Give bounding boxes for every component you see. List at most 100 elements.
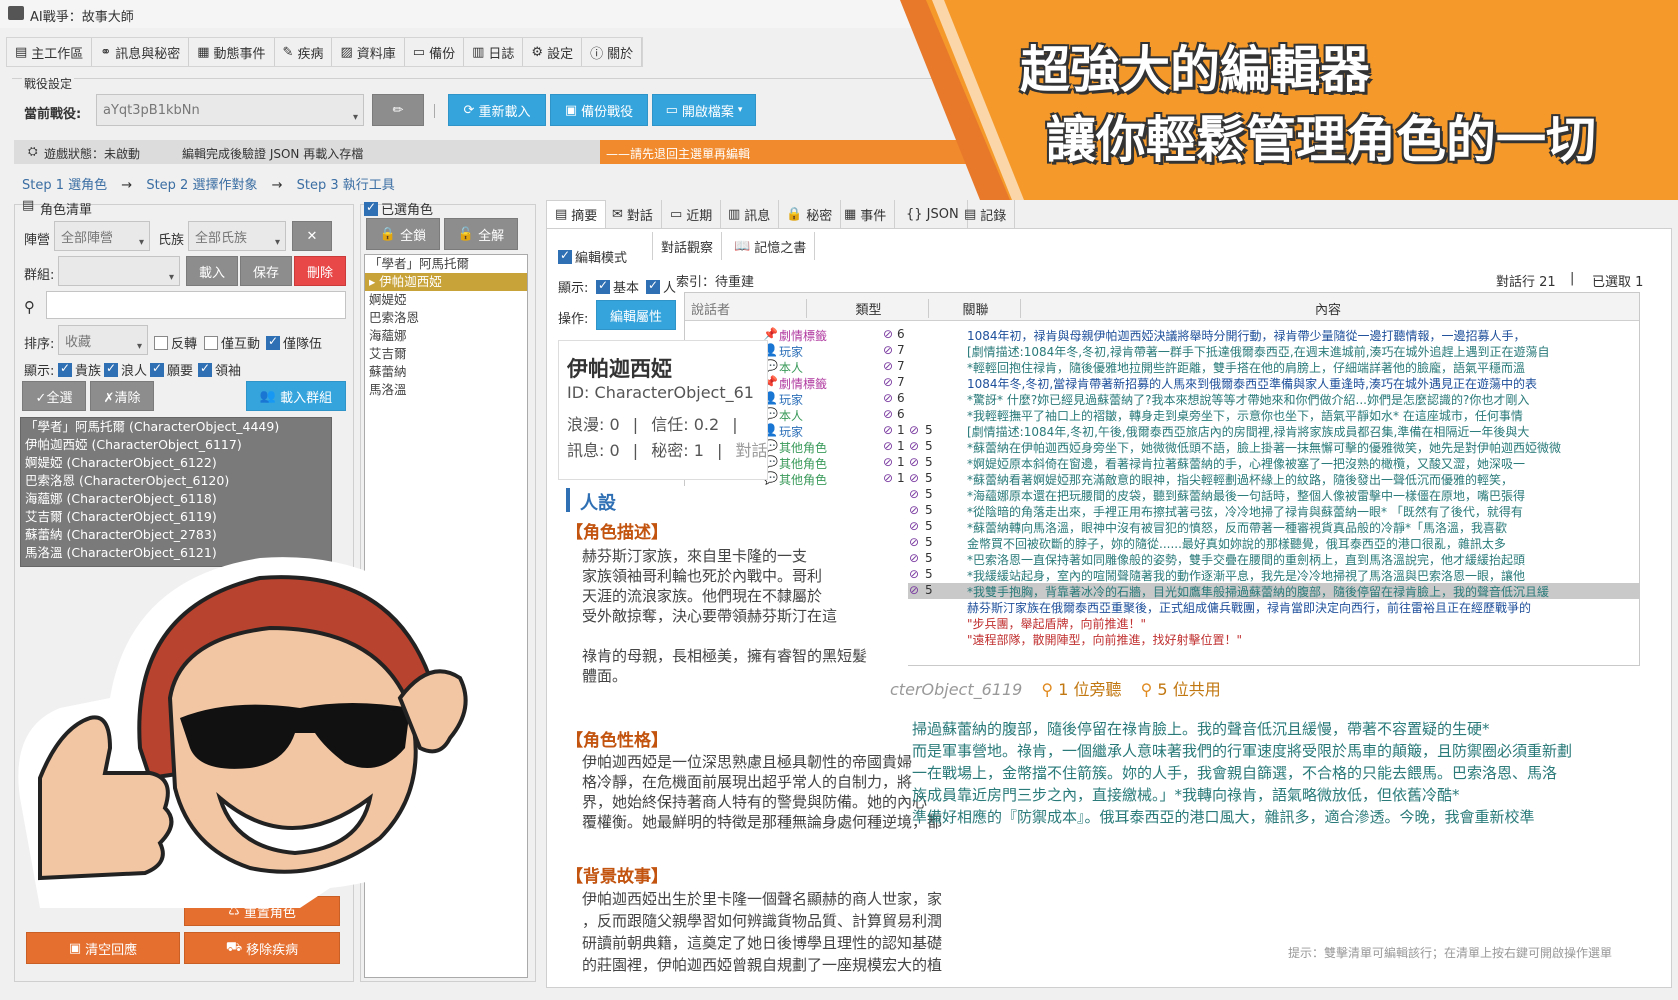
sub-tab-view[interactable]: 對話觀察 <box>652 232 723 260</box>
clear-memory-label: 清空回應 <box>85 942 138 958</box>
row-content: "遠程部隊，散開陣型，向前推進，找好射擊位置！" <box>967 633 1243 647</box>
menu-item-2[interactable]: ▦ 動態事件 <box>189 38 275 66</box>
table-row[interactable]: 📌 劇情標籤 ⊘ 6 1084年初，禄肯與母親伊帕迦西婭決議將舉時分開行動，禄肯帶少量隨… <box>685 327 1639 343</box>
edit-mode-check-icon <box>558 248 572 264</box>
group-combo[interactable] <box>58 256 180 286</box>
selected-role-item[interactable]: 婀媞婭 <box>365 291 527 309</box>
remove-disease-button[interactable]: ⛟ 移除疾病 <box>184 932 340 964</box>
selected-role-label: 伊帕迦西婭 <box>379 274 442 289</box>
only-team-checkbox[interactable]: 僅隊伍 <box>266 333 322 352</box>
edit-battle-button[interactable]: ✏ <box>372 94 424 126</box>
clear-selection-button[interactable]: ✗清除 <box>90 381 154 411</box>
menu-item-1[interactable]: ⚭ 訊息與秘密 <box>92 38 190 66</box>
detail-tab-1[interactable]: ✉ 對話 <box>604 200 662 228</box>
row-link-2: 5 <box>925 471 933 485</box>
table-row[interactable]: 💬 本人 ⊘ 6 *我輕輕撫平了袖口上的褶皺，轉身走到桌旁坐下，示意你也坐下，語氣平靜如… <box>685 407 1639 423</box>
clan-combo[interactable]: 全部氏族 <box>188 221 286 251</box>
menu-item-0[interactable]: ▤ 主工作區 <box>7 38 93 66</box>
menu-item-8[interactable]: ⓘ 關於 <box>582 38 643 66</box>
selected-role-item[interactable]: 蘇蕾納 <box>365 363 527 381</box>
current-battle-combo[interactable]: aYqt3pB1kbNn <box>96 94 364 126</box>
header-speaker[interactable]: 說話者 <box>685 299 807 318</box>
row-content: *輕輕回抱住禄肯，隨後優雅地拉開些許距離，雙手搭在他的肩膀上，仔細端詳著他的臉龐… <box>967 361 1526 375</box>
selected-role-item[interactable]: 巴索洛恩 <box>365 309 527 327</box>
basic-checkbox[interactable]: 基本 <box>596 277 639 296</box>
selected-role-item[interactable]: 「學者」阿馬托爾 <box>365 255 527 273</box>
save-group-button[interactable]: 保存 <box>240 256 292 286</box>
reload-button[interactable]: ⟳ 重新載入 <box>448 94 546 126</box>
faction-combo[interactable]: 全部陣營 <box>54 221 150 251</box>
select-all-button[interactable]: ✓全選 <box>22 381 86 411</box>
header-content[interactable]: 內容 <box>1023 299 1633 318</box>
detail-tab-0[interactable]: ▤ 摘要 <box>546 200 607 228</box>
paragraph-line <box>582 626 882 646</box>
reverse-checkbox[interactable]: 反轉 <box>154 333 197 352</box>
character-list-item[interactable]: 艾吉爾 (CharacterObject_6119) <box>21 508 331 526</box>
detail-tab-5[interactable]: ▦ 事件 <box>836 200 896 228</box>
detail-tab-3[interactable]: ▥ 訊息 <box>720 200 780 228</box>
clear-filter-button[interactable]: ✕ <box>292 221 332 251</box>
clear-memory-button[interactable]: ▣ 清空回應 <box>26 932 180 964</box>
unlock-all-label: 全解 <box>478 228 505 244</box>
detail-tab-7[interactable]: ▤ 記錄 <box>956 200 1016 228</box>
menu-item-4[interactable]: ▨ 資料庫 <box>332 38 405 66</box>
menu-item-3[interactable]: ✎ 疾病 <box>275 38 333 66</box>
menu-item-6[interactable]: ▥ 日誌 <box>464 38 524 66</box>
table-row[interactable]: 💬 本人 ⊘ 7 *輕輕回抱住禄肯，隨後優雅地拉開些許距離，雙手搭在他的肩膀上，仔細端詳… <box>685 359 1639 375</box>
game-status: 遊戲狀態：未啟動 <box>44 147 141 161</box>
character-stats-2: 訊息: 0 | 秘密: 1 | 對話: <box>567 437 767 461</box>
character-list-item[interactable]: 伊帕迦西婭 (CharacterObject_6117) <box>21 436 331 454</box>
delete-label: 刪除 <box>306 265 333 281</box>
header-link[interactable]: 關聯 <box>931 299 1021 318</box>
menu-item-7[interactable]: ⚙ 設定 <box>523 38 583 66</box>
selected-roles-checkbox[interactable]: 已選角色 <box>364 199 433 218</box>
status-warning-text: ——請先退回主選單再編輯 <box>606 147 751 161</box>
row-link-2: 5 <box>925 567 933 581</box>
search-input[interactable] <box>46 291 346 319</box>
delete-group-button[interactable]: 刪除 <box>294 256 346 286</box>
sub-tab-memory[interactable]: 📖 記憶之書 <box>726 232 816 260</box>
edit-attr-label: 編輯屬性 <box>609 309 662 325</box>
row-content: *我輕輕撫平了袖口上的褶皺，轉身走到桌旁坐下，示意你也坐下，語氣平靜如水* 在這… <box>967 409 1523 423</box>
selected-role-item[interactable]: 馬洛溫 <box>365 381 527 399</box>
selected-role-item[interactable]: 艾吉爾 <box>365 345 527 363</box>
load-group-button-small[interactable]: 載入 <box>186 256 238 286</box>
character-list-item[interactable]: 「學者」阿馬托爾 (CharacterObject_4449) <box>21 418 331 436</box>
character-list-item[interactable]: 海蘊娜 (CharacterObject_6118) <box>21 490 331 508</box>
backup-battle-button[interactable]: ▣ 備份戰役 <box>550 94 648 126</box>
person-checkbox[interactable]: 人 <box>646 277 676 296</box>
show-leader-checkbox[interactable]: 領袖 <box>198 360 241 379</box>
table-row[interactable]: 💬 其他角色 ⊘ 1 ⊘ 5 *婀媞婭原本斜倚在窗邊，看著禄肯拉著蘇蕾納的手，心裡像被塞了一… <box>685 455 1639 471</box>
character-list-item[interactable]: 巴索洛恩 (CharacterObject_6120) <box>21 472 331 490</box>
detail-tab-bar: ▤ 摘要 ✉ 對話 ▭ 近期 ▥ 訊息 🔒 秘密 ▦ 事件{} JSON ▤ 記錄 <box>546 200 1016 228</box>
table-row[interactable]: 👤 玩家 ⊘ 1 ⊘ 5 [劇情描述:1084年,冬初,午後,俄爾泰西亞旅店內的房間裡,禄肯… <box>685 423 1639 439</box>
edit-mode-checkbox[interactable]: 編輯模式 <box>558 247 627 266</box>
open-file-button[interactable]: ▭ 開啟檔案 ▾ <box>652 94 756 126</box>
menu-item-label: 備份 <box>429 46 456 62</box>
detail-tab-2[interactable]: ▭ 近期 <box>662 200 722 228</box>
selected-role-item[interactable]: ▸ 伊帕迦西婭 <box>365 273 527 291</box>
edit-attr-button[interactable]: 編輯屬性 <box>596 300 676 330</box>
sort-combo[interactable]: 收藏 <box>58 325 148 355</box>
lock-all-button[interactable]: 🔒 全鎖 <box>366 218 440 250</box>
menu-item-5[interactable]: ▭ 備份 <box>405 38 465 66</box>
character-listbox[interactable]: 「學者」阿馬托爾 (CharacterObject_4449) 伊帕迦西婭 (Ch… <box>20 417 332 567</box>
table-row[interactable]: 💬 其他角色 ⊘ 1 ⊘ 5 *蘇蕾納看著婀媞婭那充滿敵意的眼神，指尖輕輕劃過杯緣上的紋路，… <box>685 471 1639 487</box>
only-interactive-checkbox[interactable]: 僅互動 <box>204 333 260 352</box>
table-row[interactable]: 💬 其他角色 ⊘ 1 ⊘ 5 *蘇蕾納在伊帕迦西婭身旁坐下，她微微低頭不語，臉上掛著一抹無懈… <box>685 439 1639 455</box>
load-group-button[interactable]: 👥 載入群組 <box>246 381 346 411</box>
show-ronin-checkbox[interactable]: 浪人 <box>104 360 147 379</box>
show-wish-checkbox[interactable]: 願要 <box>150 360 193 379</box>
table-row[interactable]: 📌 劇情標籤 ⊘ 7 1084年冬,冬初,當禄肯帶著新招募的人馬來到俄爾泰西亞準備與家人… <box>685 375 1639 391</box>
detail-tab-4[interactable]: 🔒 秘密 <box>778 200 842 228</box>
selected-role-item[interactable]: 海蘊娜 <box>365 327 527 345</box>
header-type[interactable]: 類型 <box>809 299 929 318</box>
link-icon: ⊘ <box>909 503 920 517</box>
basic-label: 基本 <box>613 281 640 296</box>
character-list-item[interactable]: 婀媞婭 (CharacterObject_6122) <box>21 454 331 472</box>
unlock-all-button[interactable]: 🔓 全解 <box>444 218 518 250</box>
table-row[interactable]: 👤 玩家 ⊘ 6 *驚訝* 什麼?妳已經見過蘇蕾納了?我本來想說等等才帶她來和你們做介紹… <box>685 391 1639 407</box>
show-noble-checkbox[interactable]: 貴族 <box>58 360 101 379</box>
character-list-item[interactable]: 蘇蕾納 (CharacterObject_2783) <box>21 526 331 544</box>
table-row[interactable]: 👤 玩家 ⊘ 7 [劇情描述:1084年冬,冬初,禄肯帶著一群手下抵達俄爾泰西亞,在週末… <box>685 343 1639 359</box>
